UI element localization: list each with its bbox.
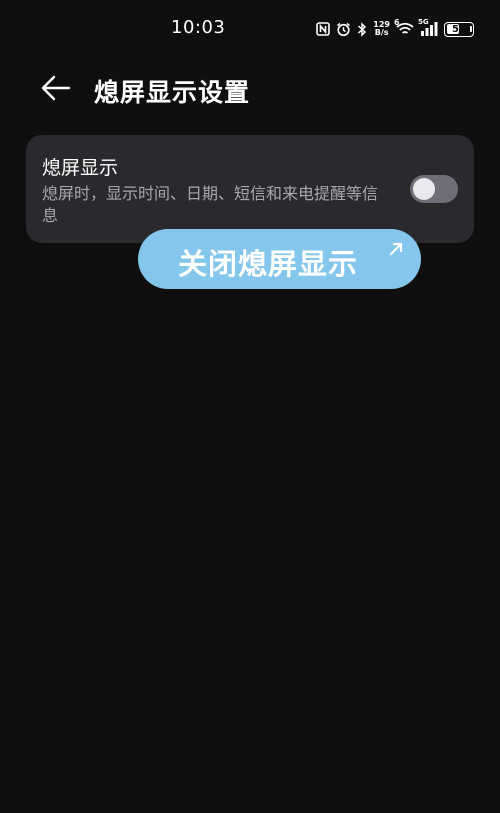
arrow-left-icon — [41, 75, 71, 105]
setting-title: 熄屏显示 — [42, 157, 119, 179]
wifi-icon: 6 — [394, 18, 414, 36]
title-bar: 熄屏显示设置 — [0, 62, 500, 118]
always-on-display-toggle[interactable] — [410, 175, 458, 203]
battery-icon: 50 — [444, 21, 474, 37]
status-time: 10:03 — [171, 17, 226, 38]
alarm-icon — [336, 22, 351, 37]
toggle-knob — [413, 178, 435, 200]
network-speed-unit: B/s — [374, 28, 389, 37]
wifi-label: 6 — [394, 18, 400, 27]
signal-label: 5G — [418, 18, 429, 26]
bluetooth-icon — [357, 21, 367, 37]
arrow-up-right-icon — [389, 241, 403, 260]
callout-bubble: 关闭熄屏显示 — [138, 229, 421, 289]
network-speed: 129 B/s — [373, 21, 390, 37]
callout-text: 关闭熄屏显示 — [178, 247, 359, 281]
page-title: 熄屏显示设置 — [94, 78, 251, 107]
status-icons: 129 B/s 6 5G 50 — [316, 18, 474, 40]
nfc-icon — [316, 22, 331, 36]
battery: 50 — [444, 21, 474, 37]
status-bar: 10:03 129 B/s 6 5G 50 — [0, 0, 500, 58]
back-button[interactable] — [36, 72, 76, 108]
signal-icon: 5G — [418, 18, 438, 36]
setting-description: 熄屏时，显示时间、日期、短信和来电提醒等信息 — [42, 184, 379, 225]
battery-level: 50 — [452, 23, 466, 35]
setting-card-always-on-display[interactable]: 熄屏显示 熄屏时，显示时间、日期、短信和来电提醒等信息 — [26, 135, 474, 243]
